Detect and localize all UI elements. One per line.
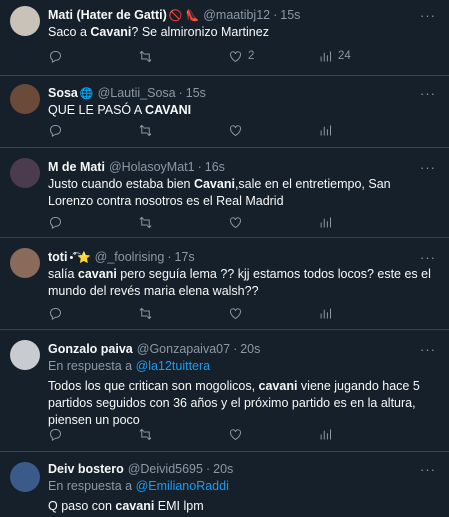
reply-button[interactable] [48, 49, 108, 64]
reply-icon [50, 124, 61, 137]
retweet-icon [139, 428, 152, 440]
reply-context: En respuesta a @EmilianoRaddi [48, 479, 229, 493]
user-handle[interactable]: @Lautii_Sosa [98, 86, 176, 100]
timestamp[interactable]: 20s [240, 342, 260, 356]
tweet[interactable]: Deiv bostero @Deivid5695 · 20s En respue… [0, 452, 449, 517]
views-button[interactable] [318, 215, 378, 230]
heart-icon [230, 124, 241, 136]
display-name[interactable]: Sosa [48, 86, 78, 100]
timestamp[interactable]: 20s [213, 462, 233, 476]
retweet-icon [139, 307, 152, 319]
views-button[interactable] [318, 306, 378, 321]
like-button[interactable] [228, 306, 288, 321]
reply-context: En respuesta a @la12tuittera [48, 359, 211, 373]
user-handle[interactable]: @HolasoyMat1 [109, 160, 195, 174]
like-button[interactable] [228, 215, 288, 230]
like-button[interactable]: 2 [228, 49, 288, 64]
avatar[interactable] [10, 248, 40, 278]
tweet-text: Justo cuando estaba bien Cavani,sale en … [48, 177, 391, 208]
user-handle[interactable]: @Gonzapaiva07 [137, 342, 230, 356]
avatar[interactable] [10, 6, 40, 36]
tweet-text: QUE LE PASÓ A CAVANI [48, 103, 192, 117]
reply-icon [50, 428, 61, 441]
heart-icon [230, 216, 241, 228]
views-button[interactable]: 24 [318, 49, 378, 64]
reply-button[interactable] [48, 306, 108, 321]
tweet-text: Todos los que critican son mogolicos, ca… [48, 379, 420, 427]
reply-icon [50, 307, 61, 320]
tweet-text: Q paso con cavani EMI lpm [48, 499, 204, 513]
avatar[interactable] [10, 158, 40, 188]
reply-to-link[interactable]: @la12tuittera [136, 359, 211, 373]
retweet-icon [139, 50, 152, 62]
more-icon[interactable]: ··· [419, 160, 437, 175]
timestamp[interactable]: 17s [175, 250, 195, 264]
heart-icon [230, 428, 241, 440]
heart-icon [230, 307, 241, 319]
like-count: 2 [248, 50, 255, 62]
tweet[interactable]: M de Mati @HolasoyMat1 · 16s Justo cuand… [0, 148, 449, 238]
views-icon [320, 125, 331, 135]
more-icon[interactable]: ··· [419, 8, 437, 23]
display-name[interactable]: toti [48, 250, 67, 264]
retweet-icon [139, 216, 152, 228]
retweet-button[interactable] [138, 123, 198, 138]
name-emoji: 🚫 👠 [168, 9, 200, 22]
reply-icon [50, 216, 61, 229]
display-name[interactable]: Gonzalo paiva [48, 342, 133, 356]
tweet-text: Saco a Cavani? Se almironizo Martinez [48, 25, 269, 39]
timestamp[interactable]: 15s [186, 86, 206, 100]
heart-icon [230, 50, 241, 62]
more-icon[interactable]: ··· [419, 462, 437, 477]
tweet-text: salía cavani pero seguía lema ?? kjj est… [48, 267, 431, 298]
avatar[interactable] [10, 84, 40, 114]
reply-button[interactable] [48, 215, 108, 230]
retweet-button[interactable] [138, 427, 198, 442]
tweet[interactable]: Sosa 🌐 @Lautii_Sosa · 15s QUE LE PASÓ A … [0, 76, 449, 148]
display-name[interactable]: Mati (Hater de Gatti) [48, 8, 167, 22]
avatar[interactable] [10, 340, 40, 370]
more-icon[interactable]: ··· [419, 86, 437, 101]
views-icon [320, 308, 331, 318]
like-button[interactable] [228, 123, 288, 138]
views-button[interactable] [318, 123, 378, 138]
timestamp[interactable]: 16s [205, 160, 225, 174]
reply-to-link[interactable]: @EmilianoRaddi [136, 479, 229, 493]
user-handle[interactable]: @maatibj12 [203, 8, 270, 22]
reply-button[interactable] [48, 427, 108, 442]
retweet-button[interactable] [138, 215, 198, 230]
retweet-button[interactable] [138, 306, 198, 321]
views-button[interactable] [318, 427, 378, 442]
more-icon[interactable]: ··· [419, 342, 437, 357]
retweet-button[interactable] [138, 49, 198, 64]
display-name[interactable]: M de Mati [48, 160, 105, 174]
more-icon[interactable]: ··· [419, 250, 437, 265]
views-icon [320, 51, 331, 61]
user-handle[interactable]: @Deivid5695 [128, 462, 203, 476]
avatar[interactable] [10, 462, 40, 492]
user-handle[interactable]: @_foolrising [95, 250, 165, 264]
tweet[interactable]: Gonzalo paiva @Gonzapaiva07 · 20s En res… [0, 330, 449, 452]
tweet[interactable]: Mati (Hater de Gatti) 🚫 👠 @maatibj12 · 1… [0, 0, 449, 76]
views-count: 24 [338, 50, 351, 62]
display-name[interactable]: Deiv bostero [48, 462, 124, 476]
reply-icon [50, 50, 61, 63]
views-icon [320, 429, 331, 439]
reply-button[interactable] [48, 123, 108, 138]
name-emoji: •͡˚⭐ [69, 251, 91, 264]
tweet[interactable]: toti •͡˚⭐ @_foolrising · 17s salía cavan… [0, 238, 449, 330]
name-emoji: 🌐 [79, 87, 94, 100]
views-icon [320, 217, 331, 227]
like-button[interactable] [228, 427, 288, 442]
timestamp[interactable]: 15s [280, 8, 300, 22]
retweet-icon [139, 124, 152, 136]
